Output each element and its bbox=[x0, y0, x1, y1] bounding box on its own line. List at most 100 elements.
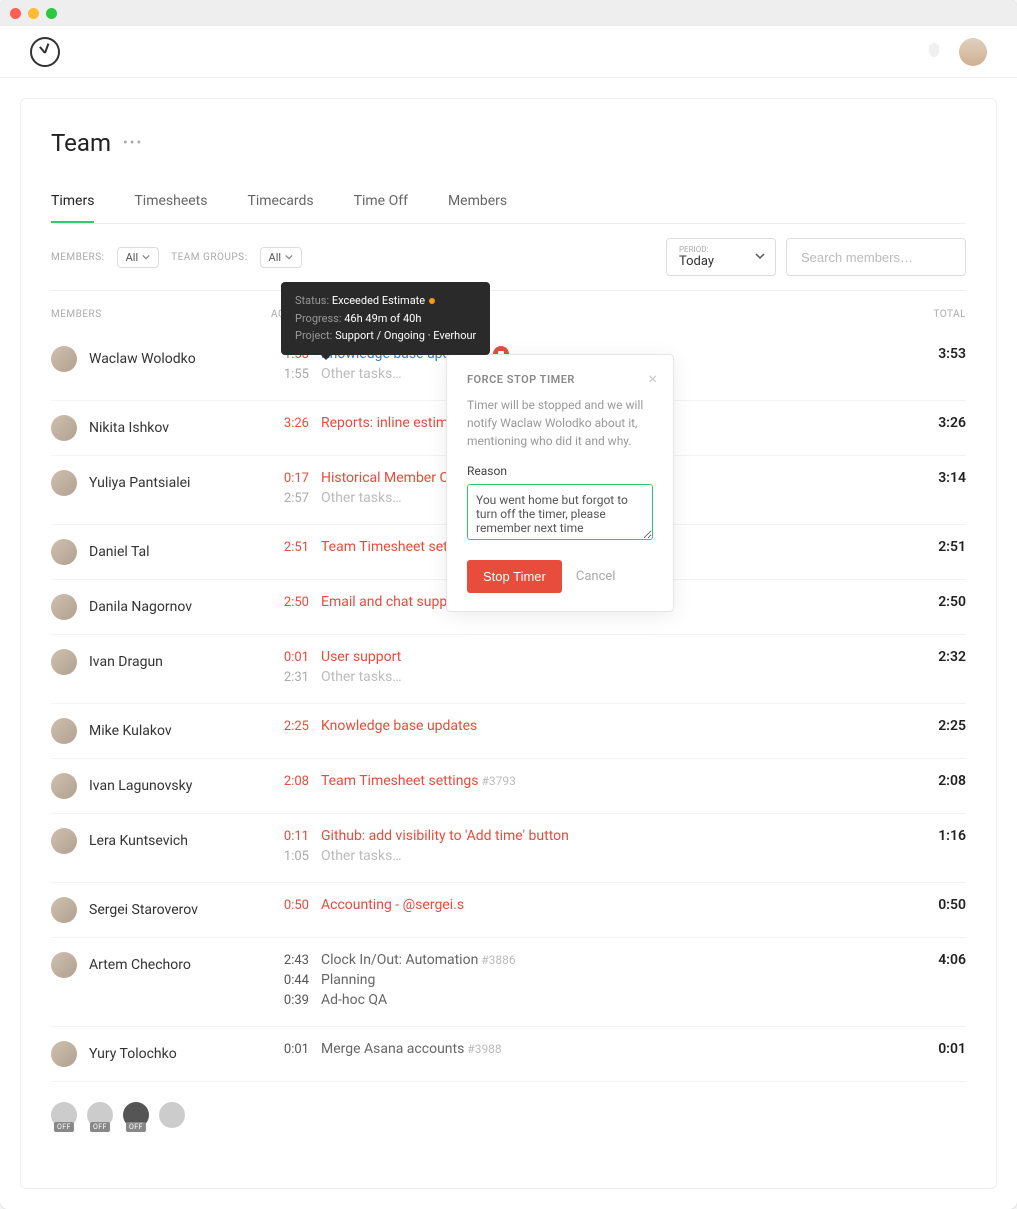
reason-textarea[interactable] bbox=[467, 484, 653, 540]
member-total: 3:14 bbox=[906, 470, 966, 486]
activity-task[interactable]: Clock In/Out: Automation #3886 bbox=[321, 952, 516, 968]
avatar[interactable] bbox=[51, 718, 77, 744]
off-avatar[interactable] bbox=[159, 1102, 185, 1128]
modal-title: FORCE STOP TIMER bbox=[467, 373, 653, 386]
column-header-total: TOTAL bbox=[906, 309, 966, 320]
member-total: 2:08 bbox=[906, 773, 966, 789]
activity-task[interactable]: Other tasks… bbox=[321, 848, 402, 864]
profile-avatar[interactable] bbox=[959, 38, 987, 66]
activity-time: 0:44 bbox=[271, 973, 309, 988]
more-icon[interactable]: ••• bbox=[123, 135, 143, 151]
activity-task[interactable]: User support bbox=[321, 649, 401, 665]
activity-task[interactable]: Ad-hoc QA bbox=[321, 992, 387, 1008]
member-row: Ivan Dragun 0:01 User support 2:31 Other tas… bbox=[51, 635, 966, 704]
task-tag: #3886 bbox=[478, 953, 515, 967]
avatar[interactable] bbox=[51, 828, 77, 854]
groups-filter-select[interactable]: All bbox=[260, 247, 303, 268]
stop-timer-button[interactable]: Stop Timer bbox=[467, 560, 562, 593]
activity-task[interactable]: Merge Asana accounts #3988 bbox=[321, 1041, 502, 1057]
avatar[interactable] bbox=[51, 649, 77, 675]
member-name[interactable]: Danila Nagornov bbox=[89, 599, 192, 615]
member-name[interactable]: Yury Tolochko bbox=[89, 1046, 177, 1062]
avatar[interactable] bbox=[51, 897, 77, 923]
member-name[interactable]: Waclaw Wolodko bbox=[89, 351, 196, 367]
avatar[interactable] bbox=[51, 346, 77, 372]
activity-time: 0:01 bbox=[271, 650, 309, 665]
avatar[interactable] bbox=[51, 773, 77, 799]
off-avatar[interactable]: OFF bbox=[123, 1102, 149, 1128]
top-nav bbox=[0, 26, 1017, 78]
member-row: Sergei Staroverov0:50Accounting - @serge… bbox=[51, 883, 966, 938]
member-name[interactable]: Sergei Staroverov bbox=[89, 902, 198, 918]
member-row: Mike Kulakov2:25Knowledge base updates2:… bbox=[51, 704, 966, 759]
activity-task[interactable]: Other tasks… bbox=[321, 669, 402, 685]
avatar[interactable] bbox=[51, 594, 77, 620]
member-name[interactable]: Ivan Lagunovsky bbox=[89, 778, 192, 794]
activity-time: 2:08 bbox=[271, 774, 309, 789]
activity-task[interactable]: Knowledge base updates bbox=[321, 718, 477, 734]
status-dot-icon bbox=[429, 298, 435, 304]
member-total: 3:53 bbox=[906, 346, 966, 362]
tab-bar: Timers Timesheets Timecards Time Off Members bbox=[51, 181, 966, 224]
member-name[interactable]: Artem Chechoro bbox=[89, 957, 191, 973]
activity-task[interactable]: Other tasks… bbox=[321, 490, 402, 506]
chevron-down-icon bbox=[755, 249, 765, 265]
activity-task[interactable]: Email and chat support bbox=[321, 594, 465, 610]
activity-task[interactable]: Github: add visibility to 'Add time' but… bbox=[321, 828, 569, 844]
activity-time: 2:57 bbox=[271, 491, 309, 506]
force-stop-modal: FORCE STOP TIMER × Timer will be stopped… bbox=[446, 354, 674, 612]
activity-task[interactable]: Team Timesheet settings #3793 bbox=[321, 773, 516, 789]
reason-label: Reason bbox=[467, 464, 653, 478]
member-total: 3:26 bbox=[906, 415, 966, 431]
tab-members[interactable]: Members bbox=[448, 181, 507, 223]
member-row: Lera Kuntsevich 0:11 Github: add visibilit… bbox=[51, 814, 966, 883]
member-row: Yury Tolochko 0:01 Merge Asana accounts #3… bbox=[51, 1027, 966, 1082]
activity-time: 0:01 bbox=[271, 1042, 309, 1057]
activity-time: 2:31 bbox=[271, 670, 309, 685]
member-name[interactable]: Yuliya Pantsialei bbox=[89, 475, 190, 491]
avatar[interactable] bbox=[51, 952, 77, 978]
off-members: OFF OFF OFF bbox=[51, 1102, 966, 1128]
member-name[interactable]: Ivan Dragun bbox=[89, 654, 163, 670]
search-members-input[interactable] bbox=[786, 238, 966, 276]
period-select[interactable]: PERIOD: Today bbox=[666, 238, 776, 276]
activity-time: 2:50 bbox=[271, 595, 309, 610]
tab-time-off[interactable]: Time Off bbox=[354, 181, 408, 223]
tab-timesheets[interactable]: Timesheets bbox=[134, 181, 207, 223]
activity-time: 0:11 bbox=[271, 829, 309, 844]
member-total: 1:16 bbox=[906, 828, 966, 844]
notification-icon[interactable] bbox=[925, 41, 943, 63]
app-logo[interactable] bbox=[30, 37, 60, 67]
cancel-button[interactable]: Cancel bbox=[576, 569, 616, 584]
groups-filter-label: TEAM GROUPS: bbox=[171, 252, 247, 263]
tab-timecards[interactable]: Timecards bbox=[248, 181, 314, 223]
close-icon[interactable]: × bbox=[648, 369, 657, 388]
activity-task[interactable]: Accounting - @sergei.s bbox=[321, 897, 464, 913]
chevron-down-icon bbox=[142, 253, 150, 261]
member-total: 2:51 bbox=[906, 539, 966, 555]
minimize-window-dot[interactable] bbox=[28, 8, 39, 19]
avatar[interactable] bbox=[51, 1041, 77, 1067]
member-total: 2:50 bbox=[906, 594, 966, 610]
member-total: 0:01 bbox=[906, 1041, 966, 1057]
task-tag: #3988 bbox=[464, 1042, 501, 1056]
avatar[interactable] bbox=[51, 470, 77, 496]
activity-time: 2:25 bbox=[271, 719, 309, 734]
member-name[interactable]: Lera Kuntsevich bbox=[89, 833, 188, 849]
member-name[interactable]: Nikita Ishkov bbox=[89, 420, 169, 436]
activity-time: 0:39 bbox=[271, 993, 309, 1008]
activity-time: 0:17 bbox=[271, 471, 309, 486]
members-filter-select[interactable]: All bbox=[117, 247, 160, 268]
maximize-window-dot[interactable] bbox=[46, 8, 57, 19]
member-name[interactable]: Daniel Tal bbox=[89, 544, 150, 560]
close-window-dot[interactable] bbox=[10, 8, 21, 19]
off-avatar[interactable]: OFF bbox=[51, 1102, 77, 1128]
members-filter-label: MEMBERS: bbox=[51, 252, 105, 263]
activity-task[interactable]: Planning bbox=[321, 972, 375, 988]
tab-timers[interactable]: Timers bbox=[51, 181, 94, 223]
off-avatar[interactable]: OFF bbox=[87, 1102, 113, 1128]
avatar[interactable] bbox=[51, 539, 77, 565]
activity-task[interactable]: Other tasks… bbox=[321, 366, 402, 382]
member-name[interactable]: Mike Kulakov bbox=[89, 723, 172, 739]
avatar[interactable] bbox=[51, 415, 77, 441]
